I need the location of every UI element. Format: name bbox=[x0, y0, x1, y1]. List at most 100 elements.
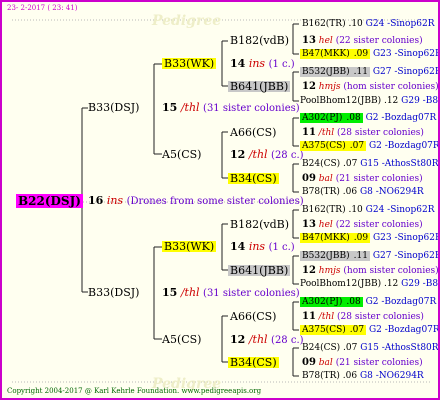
g3-d-id: A5(CS) bbox=[162, 333, 202, 346]
g2-b-note: (31 sister colonies) bbox=[203, 288, 300, 299]
g3-a-id: B33(WK) bbox=[162, 57, 217, 70]
g5-5-id: A302(PJ) bbox=[300, 113, 345, 123]
g5-4-id: PoolBhom12(JBB) bbox=[300, 96, 382, 106]
g4-2-id: B641(JBB) bbox=[228, 80, 291, 93]
g5-1-year: .10 bbox=[348, 19, 363, 29]
g4-7-note: (28 sister colonies) bbox=[337, 312, 424, 322]
g5-10-location: G23 -Sinop62R bbox=[372, 233, 440, 243]
g5-15-id: B24(CS) bbox=[302, 343, 341, 353]
g4-5-family: hel bbox=[318, 220, 333, 230]
g4-2-info: 12 hmjs (hom sister colonies) bbox=[302, 81, 439, 92]
g3-d-family: /thl bbox=[248, 333, 268, 346]
g3-d-info: 12 /thl (28 c.) bbox=[230, 334, 304, 346]
g5-10: B47(MKK) .09 G23 -Sinop62R bbox=[300, 233, 440, 243]
g4-1-gen: 13 bbox=[302, 35, 316, 46]
g4-3-family: /thl bbox=[318, 128, 335, 138]
g5-2: B47(MKK) .09 G23 -Sinop62R bbox=[300, 49, 440, 59]
g4-3-info: 11 /thl (28 sister colonies) bbox=[302, 128, 424, 138]
g4-4-info: 09 bal (21 sister colonies) bbox=[302, 174, 423, 184]
g5-7-year: .07 bbox=[343, 159, 358, 169]
g4-6-id: B641(JBB) bbox=[228, 264, 291, 277]
g2-b-family: /thl bbox=[180, 286, 200, 299]
root-info: 16 ins (Drones from some sister colonies… bbox=[88, 195, 304, 207]
g2-a-id: B33(DSJ) bbox=[88, 101, 140, 114]
g5-1-id: B162(TR) bbox=[302, 19, 346, 29]
g2-a-family: /thl bbox=[180, 101, 200, 114]
g5-15-location: G15 -AthosSt80R bbox=[360, 343, 439, 353]
g5-8: B78(TR) .06 G8 -NO6294R bbox=[302, 188, 424, 197]
g5-16-id: B78(TR) bbox=[302, 371, 340, 381]
g3-c-family: ins bbox=[248, 240, 266, 253]
g5-7: B24(CS) .07 G15 -AthosSt80R bbox=[302, 159, 439, 169]
g3-d-note: (28 c.) bbox=[271, 335, 304, 346]
root-note: (Drones from some sister colonies) bbox=[126, 196, 304, 207]
g5-11: B532(JBB) .11 G27 -Sinop62R bbox=[300, 251, 438, 261]
g4-6-family: hmjs bbox=[318, 266, 341, 276]
g5-12-year: .12 bbox=[383, 279, 399, 289]
g5-3: B532(JBB) .11 G27 -Sinop62R bbox=[300, 67, 440, 77]
g4-2-gen: 12 bbox=[302, 81, 316, 92]
g5-7-location: G15 -AthosSt80R bbox=[360, 159, 439, 169]
g3-c-note: (1 c.) bbox=[268, 242, 295, 253]
g3-c-id: B33(WK) bbox=[162, 240, 217, 253]
g5-14-location: G2 -Bozdag07R bbox=[368, 325, 440, 335]
g4-4-family: bal bbox=[318, 174, 333, 184]
g5-14-id: A375(CS) bbox=[300, 325, 348, 335]
root-family: ins bbox=[106, 194, 124, 207]
g5-5-location: G2 -Bozdag07R bbox=[365, 113, 437, 123]
g5-8-id: B78(TR) bbox=[302, 187, 340, 197]
g5-16-year: .06 bbox=[342, 371, 358, 381]
g5-15-year: .07 bbox=[343, 343, 358, 353]
g4-8-gen: 09 bbox=[302, 357, 316, 368]
g4-7-gen: 11 bbox=[302, 311, 316, 322]
root-gen: 16 bbox=[88, 194, 104, 207]
g4-1-id: B182(vdB) bbox=[230, 34, 290, 47]
g4-1-note: (22 sister colonies) bbox=[335, 36, 423, 46]
g4-8-info: 09 bal (21 sister colonies) bbox=[302, 358, 423, 368]
g4-8-note: (21 sister colonies) bbox=[335, 358, 423, 368]
g5-13-year: .08 bbox=[344, 297, 363, 307]
g5-13-id: A302(PJ) bbox=[300, 297, 345, 307]
g5-16: B78(TR) .06 G8 -NO6294R bbox=[302, 372, 424, 381]
g5-12: PoolBhom12(JBB) .12 G29 -B88(FK)+3 bbox=[300, 279, 439, 289]
g4-2-family: hmjs bbox=[318, 82, 341, 92]
g4-6-info: 12 hmjs (hom sister colonies) bbox=[302, 265, 439, 276]
g5-8-year: .06 bbox=[342, 187, 358, 197]
g4-5-info: 13 hel (22 sister colonies) bbox=[302, 220, 423, 230]
g4-8-id: B34(CS) bbox=[228, 356, 279, 369]
g2-b-info: 15 /thl (31 sister colonies) bbox=[162, 287, 300, 299]
g3-b-info: 12 /thl (28 c.) bbox=[230, 149, 304, 161]
g5-12-location: G29 -B88(FK)+3 bbox=[401, 279, 439, 289]
g5-14-year: .07 bbox=[347, 325, 367, 335]
g4-1-info: 13 hel (22 sister colonies) bbox=[302, 36, 423, 46]
g5-9-location: G24 -Sinop62R bbox=[365, 205, 435, 215]
g5-1: B162(TR) .10 G24 -Sinop62R bbox=[302, 20, 434, 29]
g2-b-id: B33(DSJ) bbox=[88, 286, 140, 299]
g5-8-location: G8 -NO6294R bbox=[359, 187, 424, 197]
g5-3-location: G27 -Sinop62R bbox=[372, 67, 440, 77]
g4-3-gen: 11 bbox=[302, 127, 316, 138]
g5-9: B162(TR) .10 G24 -Sinop62R bbox=[302, 206, 434, 215]
g4-7-id: A66(CS) bbox=[230, 310, 277, 323]
g5-6-location: G2 -Bozdag07R bbox=[368, 141, 440, 151]
g5-9-id: B162(TR) bbox=[302, 205, 346, 215]
g4-4-id: B34(CS) bbox=[228, 172, 279, 185]
g4-2-note: (hom sister colonies) bbox=[343, 82, 439, 92]
g5-2-location: G23 -Sinop62R bbox=[372, 49, 440, 59]
g5-6-id: A375(CS) bbox=[300, 141, 348, 151]
g5-3-id: B532(JBB) bbox=[300, 67, 352, 77]
g3-a-info: 14 ins (1 c.) bbox=[230, 58, 295, 70]
g2-a-info: 15 /thl (31 sister colonies) bbox=[162, 102, 300, 114]
date-header: 23- 2-2017 ( 23: 41) bbox=[7, 4, 78, 12]
g4-4-gen: 09 bbox=[302, 173, 316, 184]
g4-5-id: B182(vdB) bbox=[230, 218, 290, 231]
g3-b-family: /thl bbox=[248, 148, 268, 161]
g4-6-gen: 12 bbox=[302, 265, 316, 276]
g4-1-family: hel bbox=[318, 36, 333, 46]
g4-5-note: (22 sister colonies) bbox=[335, 220, 423, 230]
g3-a-note: (1 c.) bbox=[268, 59, 295, 70]
g4-7-family: /thl bbox=[318, 312, 335, 322]
g4-6-note: (hom sister colonies) bbox=[343, 266, 439, 276]
g4-3-note: (28 sister colonies) bbox=[337, 128, 424, 138]
g5-12-id: PoolBhom12(JBB) bbox=[300, 279, 382, 289]
